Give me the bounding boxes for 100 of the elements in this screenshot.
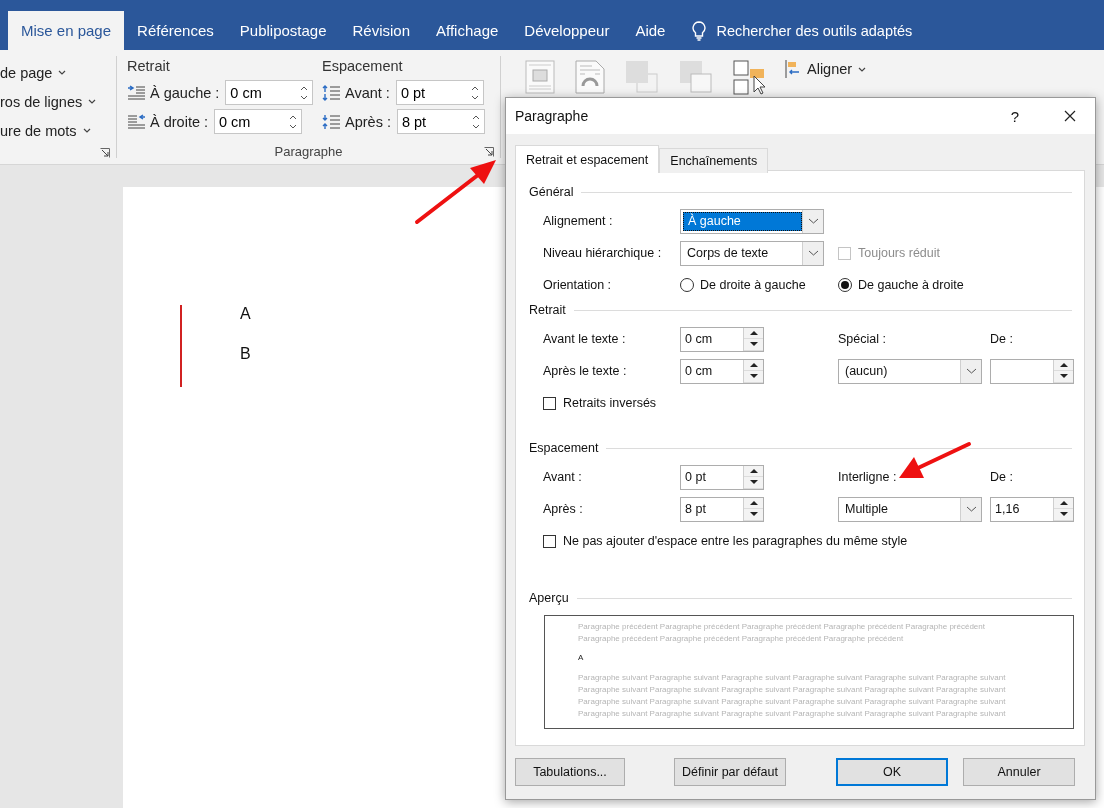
spin-field[interactable]: 0 cm bbox=[680, 326, 764, 352]
ribbon-tab[interactable]: Aide bbox=[622, 11, 679, 50]
dropdown[interactable]: (aucun) bbox=[838, 358, 982, 384]
spin-arrow-icon bbox=[748, 511, 759, 518]
spin-field[interactable]: 0 cm bbox=[680, 358, 764, 384]
field-label: Avant : bbox=[543, 470, 582, 484]
spin-arrow-icon bbox=[1058, 499, 1069, 506]
ribbon-menu-button[interactable]: de page bbox=[0, 58, 67, 87]
spin-arrow-icon bbox=[748, 499, 759, 506]
spin-field[interactable]: 0 cm bbox=[225, 80, 314, 105]
dialog-button[interactable]: OK bbox=[836, 758, 948, 786]
spin-arrows-icon bbox=[471, 113, 480, 130]
dialog-tab[interactable]: Enchaînements bbox=[659, 148, 769, 173]
checkbox-label: Toujours réduit bbox=[858, 246, 940, 260]
checkbox-label: Ne pas ajouter d'espace entre les paragraphes du même style bbox=[563, 534, 908, 548]
dialog-button[interactable]: Définir par défaut bbox=[674, 758, 786, 786]
checkbox[interactable] bbox=[543, 396, 556, 410]
field-label: À gauche : bbox=[150, 84, 220, 101]
dialog-launcher-icon bbox=[100, 148, 110, 158]
ribbon-tab[interactable]: Références bbox=[124, 11, 227, 50]
spin-field[interactable]: 8 pt bbox=[396, 109, 485, 134]
group-heading: Retrait bbox=[127, 58, 171, 76]
dropdown[interactable]: Corps de texte bbox=[680, 240, 824, 266]
field-label: Après : bbox=[345, 113, 391, 130]
spin-field[interactable]: 0 pt bbox=[395, 80, 484, 105]
spin-arrows-icon bbox=[470, 84, 479, 101]
field-label: À droite : bbox=[150, 113, 209, 130]
group-heading: Espacement bbox=[322, 58, 404, 76]
dropdown[interactable]: À gauche bbox=[680, 208, 824, 234]
spin-arrow-icon bbox=[748, 329, 759, 336]
caret-icon bbox=[88, 99, 97, 104]
field-label: Spécial : bbox=[838, 332, 886, 346]
field-label: De : bbox=[990, 470, 1013, 484]
chevron-down-icon bbox=[807, 250, 819, 256]
ribbon-tab[interactable]: Publipostage bbox=[226, 11, 340, 50]
spin-field[interactable] bbox=[990, 358, 1074, 384]
preview-text: Paragraphe suivant Paragraphe suivant Paragraphe suivant Paragraphe suivant Paragraphe suivant Paragraphe suivant bbox=[578, 696, 1007, 708]
annotation-arrow bbox=[899, 442, 971, 478]
align-icon bbox=[785, 60, 801, 78]
radio-button[interactable]: De droite à gauche bbox=[680, 278, 806, 292]
section-heading: Aperçu bbox=[529, 591, 569, 605]
field-label: Avant : bbox=[345, 84, 390, 101]
dropdown[interactable]: Multiple bbox=[838, 496, 982, 522]
spin-arrow-icon bbox=[748, 467, 759, 474]
spacing-after-icon bbox=[322, 113, 341, 130]
spin-arrow-icon bbox=[748, 361, 759, 368]
dialog-button[interactable]: Tabulations... bbox=[515, 758, 625, 786]
chevron-down-icon bbox=[807, 218, 819, 224]
document-text: A bbox=[240, 304, 251, 324]
align-button[interactable]: Aligner bbox=[785, 60, 867, 78]
preview-text: Paragraphe suivant Paragraphe suivant Paragraphe suivant Paragraphe suivant Paragraphe suivant Paragraphe suivant bbox=[578, 684, 1007, 696]
tell-me-search[interactable]: Rechercher des outils adaptés bbox=[692, 11, 913, 50]
spin-arrows-icon bbox=[300, 84, 309, 101]
help-button[interactable]: ? bbox=[990, 107, 1040, 125]
section-heading: Espacement bbox=[529, 441, 599, 455]
field-label: Niveau hiérarchique : bbox=[543, 246, 662, 260]
field-label: De : bbox=[990, 332, 1013, 346]
field-label: Après le texte : bbox=[543, 364, 627, 378]
chevron-down-icon bbox=[965, 506, 977, 512]
close-icon bbox=[1064, 110, 1076, 122]
field-label: Orientation : bbox=[543, 278, 612, 292]
spin-arrow-icon bbox=[748, 341, 759, 348]
preview-text: Paragraphe précédent Paragraphe précédent Paragraphe précédent Paragraphe précédent bbox=[578, 633, 905, 645]
indent-left-icon bbox=[127, 84, 146, 101]
caret-icon bbox=[82, 128, 91, 133]
chevron-down-icon bbox=[965, 368, 977, 374]
field-label: Alignement : bbox=[543, 214, 613, 228]
lightbulb-icon bbox=[692, 20, 707, 41]
ribbon-menu-button[interactable]: ros de lignes bbox=[0, 87, 97, 116]
send-backward-icon bbox=[679, 60, 713, 94]
section-heading: Retrait bbox=[529, 303, 566, 317]
field-label: Interligne : bbox=[838, 470, 897, 484]
ribbon-menu-button[interactable]: ure de mots bbox=[0, 116, 91, 145]
section-heading: Général bbox=[529, 185, 574, 199]
dialog-launcher-icon bbox=[484, 147, 494, 157]
ribbon-tab[interactable]: Affichage bbox=[423, 11, 512, 50]
ribbon-tab[interactable]: Mise en page bbox=[8, 11, 125, 50]
dialog-button[interactable]: Annuler bbox=[963, 758, 1075, 786]
wrap-text-icon bbox=[575, 60, 605, 94]
spin-arrow-icon bbox=[1058, 373, 1069, 380]
preview-text: Paragraphe précédent Paragraphe précédent Paragraphe précédent Paragraphe précédent Paragraphe précédent bbox=[578, 621, 986, 633]
field-label: Avant le texte : bbox=[543, 332, 626, 346]
spin-arrow-icon bbox=[748, 373, 759, 380]
ribbon-tab[interactable]: Développeur bbox=[511, 11, 623, 50]
bring-forward-icon bbox=[625, 60, 659, 94]
spin-field[interactable]: 1,16 bbox=[990, 496, 1074, 522]
dialog-tab[interactable]: Retrait et espacement bbox=[515, 145, 660, 173]
preview-text: A bbox=[578, 652, 585, 664]
ribbon-tab[interactable]: Révision bbox=[339, 11, 424, 50]
spin-field[interactable]: 0 cm bbox=[214, 109, 303, 134]
radio-button[interactable]: De gauche à droite bbox=[838, 278, 964, 292]
spin-field[interactable]: 8 pt bbox=[680, 496, 764, 522]
spin-field[interactable]: 0 pt bbox=[680, 464, 764, 490]
dialog-title: Paragraphe bbox=[515, 108, 590, 124]
caret-icon bbox=[58, 70, 67, 75]
field-label: Après : bbox=[543, 502, 583, 516]
checkbox-label: Retraits inversés bbox=[563, 396, 657, 410]
checkbox[interactable] bbox=[543, 534, 556, 548]
preview-text: Paragraphe suivant Paragraphe suivant Paragraphe suivant Paragraphe suivant Paragraphe suivant Paragraphe suivant bbox=[578, 708, 1007, 720]
spacing-before-icon bbox=[322, 84, 341, 101]
